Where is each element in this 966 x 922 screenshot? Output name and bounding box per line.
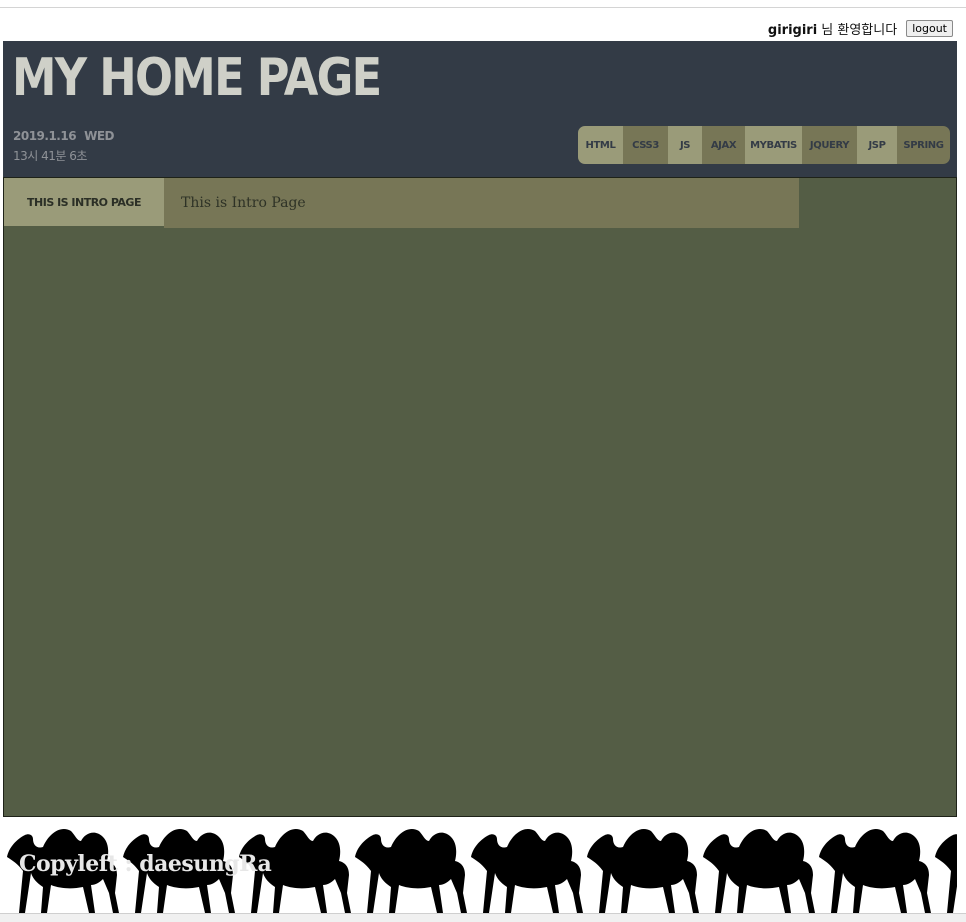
nav-item-html[interactable]: HTML — [578, 126, 623, 164]
date-display: 2019.1.16 WED — [13, 129, 114, 143]
intro-text: This is Intro Page — [181, 195, 306, 211]
camel-icon — [703, 828, 815, 913]
intro-tab[interactable]: THIS IS INTRO PAGE — [4, 178, 164, 226]
site-header: MY HOME PAGE 2019.1.16 WED 13시 41분 6초 HT… — [3, 41, 957, 177]
nav-item-jsp[interactable]: JSP — [857, 126, 897, 164]
logout-button[interactable]: logout — [906, 19, 953, 37]
user-bar: girigiri 님 환영합니다 logout — [768, 19, 953, 38]
window-top-border — [0, 7, 966, 8]
intro-panel: This is Intro Page — [164, 178, 799, 228]
nav-item-js[interactable]: JS — [668, 126, 702, 164]
content-area: THIS IS INTRO PAGE This is Intro Page — [3, 177, 957, 817]
nav-item-spring[interactable]: SPRING — [897, 126, 950, 164]
current-weekday: WED — [84, 129, 114, 143]
camel-icon — [587, 828, 699, 913]
current-time: 13시 41분 6초 — [13, 149, 87, 163]
camel-icon — [935, 828, 957, 913]
nav-item-ajax[interactable]: AJAX — [702, 126, 745, 164]
nav-item-css3[interactable]: CSS3 — [623, 126, 668, 164]
site-footer: Copyleft : daesungRa — [3, 820, 957, 913]
welcome-suffix: 님 환영합니다 — [821, 22, 898, 38]
nav-item-mybatis[interactable]: MYBATIS — [745, 126, 802, 164]
site-title: MY HOME PAGE — [12, 48, 382, 108]
main-nav: HTML CSS3 JS AJAX MYBATIS JQUERY JSP SPR… — [578, 126, 950, 164]
copyleft-text: Copyleft : daesungRa — [19, 851, 272, 877]
camel-icon — [819, 828, 931, 913]
current-date: 2019.1.16 — [13, 129, 77, 143]
nav-item-jquery[interactable]: JQUERY — [802, 126, 857, 164]
camel-icon — [471, 828, 583, 913]
camel-icon — [355, 828, 467, 913]
welcome-message: girigiri 님 환영합니다 — [768, 19, 897, 38]
username: girigiri — [767, 22, 818, 38]
